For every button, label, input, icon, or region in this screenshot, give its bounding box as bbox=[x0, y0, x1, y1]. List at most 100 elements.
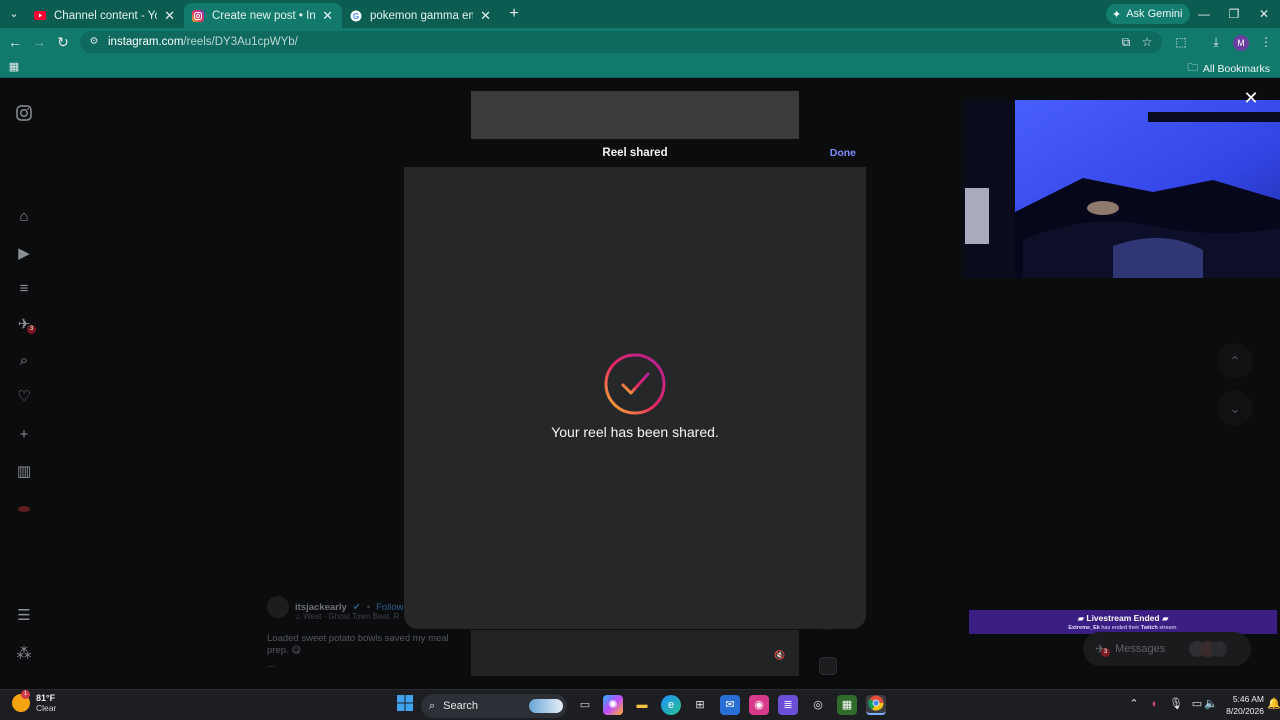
tab-google-search[interactable]: G pokemon gamma emerald - Go ✕ bbox=[342, 3, 500, 28]
also-from-meta-icon[interactable]: ⁂ bbox=[14, 644, 34, 664]
tray-app-icon[interactable]: ◐ bbox=[1147, 696, 1163, 712]
file-explorer-icon[interactable]: ▬ bbox=[632, 695, 652, 715]
reels-icon[interactable]: ▶ bbox=[14, 244, 34, 264]
reload-icon[interactable]: ↻ bbox=[55, 34, 71, 50]
post-caption: Loaded sweet potato bowls saved my meal … bbox=[267, 633, 449, 656]
weather-condition: Clear bbox=[36, 703, 57, 713]
close-tab-icon[interactable]: ✕ bbox=[163, 8, 176, 24]
chrome-icon[interactable] bbox=[866, 695, 886, 715]
audio-label: West · Ghost Town Beat, R bbox=[303, 612, 400, 621]
ask-gemini-button[interactable]: ✦ Ask Gemini bbox=[1106, 4, 1191, 24]
done-button[interactable]: Done bbox=[830, 139, 856, 167]
new-tab-button[interactable]: + bbox=[505, 5, 523, 23]
show-hidden-icons[interactable]: ⌃ bbox=[1126, 696, 1142, 712]
downloads-icon[interactable]: ⤓ bbox=[1208, 34, 1224, 50]
google-icon: G bbox=[350, 10, 362, 22]
notification-title: Livestream Ended bbox=[1086, 613, 1160, 623]
site-info-icon[interactable]: ⚙ bbox=[88, 36, 100, 48]
app-icon-purple[interactable]: ≣ bbox=[778, 695, 798, 715]
sun-icon: 1 bbox=[12, 690, 30, 712]
more-menu-icon[interactable]: ☰ bbox=[14, 606, 34, 626]
microphone-icon[interactable]: 🎙 bbox=[1168, 696, 1184, 712]
install-app-icon[interactable]: ⧉ bbox=[1118, 34, 1134, 50]
volume-icon[interactable]: 🔈 bbox=[1203, 696, 1219, 712]
messages-button[interactable]: ✈ 3 Messages bbox=[1083, 632, 1251, 666]
svg-text:G: G bbox=[353, 12, 359, 21]
bookmark-star-icon[interactable]: ☆ bbox=[1139, 34, 1155, 50]
tab-search-menu-icon[interactable]: ⌄ bbox=[6, 6, 22, 22]
caption-more[interactable]: ... bbox=[267, 659, 457, 670]
notifications-heart-icon[interactable]: ♡ bbox=[14, 387, 34, 407]
tab-youtube-studio[interactable]: Channel content - YouTube Stu ✕ bbox=[26, 3, 184, 28]
close-pip-icon[interactable]: ✕ bbox=[1242, 89, 1260, 107]
user-avatar[interactable] bbox=[267, 596, 289, 618]
follow-button[interactable]: Follow bbox=[376, 602, 403, 613]
app-icon-pink[interactable]: ◉ bbox=[749, 695, 769, 715]
tab-title: Create new post • Instagram bbox=[212, 9, 316, 22]
livestream-ended-notification[interactable]: ▰ Livestream Ended ▰ Extreme_Ek has ende… bbox=[969, 610, 1277, 634]
tab-instagram[interactable]: Create new post • Instagram ✕ bbox=[184, 3, 342, 28]
weather-alert-badge: 1 bbox=[21, 690, 30, 699]
reel-preview-top bbox=[471, 91, 799, 139]
browser-toolbar: ← → ↻ ⚙ instagram.com/reels/DY3Au1cpWYb/… bbox=[0, 28, 1280, 56]
windows-start-icon[interactable] bbox=[395, 695, 415, 715]
messages-label: Messages bbox=[1115, 643, 1166, 655]
profile-avatar[interactable]: M bbox=[1233, 35, 1249, 51]
taskbar-clock[interactable]: 5:46 AM 8/20/2026 bbox=[1218, 693, 1264, 717]
dashboard-icon[interactable]: ▥ bbox=[14, 462, 34, 482]
microsoft-store-icon[interactable]: ⊞ bbox=[690, 695, 710, 715]
edge-icon[interactable]: e bbox=[661, 695, 681, 715]
copilot-icon[interactable]: ✺ bbox=[603, 695, 623, 715]
search-icon: ⌕ bbox=[429, 699, 436, 712]
messenger-icon: ✈ 3 bbox=[1095, 642, 1110, 657]
extensions-icon[interactable]: ⬚ bbox=[1173, 34, 1189, 50]
all-bookmarks-label: All Bookmarks bbox=[1202, 63, 1270, 75]
create-plus-icon[interactable]: + bbox=[14, 425, 34, 445]
weather-temp: 81°F bbox=[36, 693, 56, 703]
app-icon-gauge[interactable]: ◎ bbox=[808, 695, 828, 715]
notification-platform: Twitch bbox=[1140, 625, 1158, 631]
close-tab-icon[interactable]: ✕ bbox=[321, 8, 334, 24]
profile-avatar-icon[interactable] bbox=[14, 499, 34, 519]
notification-bell-icon[interactable]: 🔔 bbox=[1266, 696, 1280, 712]
modal-title: Reel shared bbox=[602, 147, 668, 159]
messages-badge: 3 bbox=[27, 325, 36, 334]
instagram-logo-icon[interactable] bbox=[14, 105, 34, 125]
folder-icon: 🗀 bbox=[1187, 62, 1198, 74]
search-highlight-icon bbox=[529, 699, 563, 713]
messages-count-badge: 3 bbox=[1101, 648, 1110, 657]
instagram-icon bbox=[192, 9, 204, 22]
taskbar-search[interactable]: ⌕ Search bbox=[421, 694, 567, 718]
search-icon[interactable]: ⌕ bbox=[14, 351, 34, 371]
next-reel-button[interactable]: ⌄ bbox=[1217, 390, 1253, 426]
minimize-window-icon[interactable]: — bbox=[1190, 4, 1218, 24]
address-bar[interactable]: ⚙ instagram.com/reels/DY3Au1cpWYb/ bbox=[80, 31, 1162, 53]
notification-text-end: stream. bbox=[1159, 625, 1178, 631]
feed-menu-icon[interactable]: ≡ bbox=[14, 279, 34, 299]
home-icon[interactable]: ⌂ bbox=[14, 207, 34, 227]
picture-in-picture-video[interactable] bbox=[963, 100, 1280, 278]
gemini-sparkle-icon: ✦ bbox=[1112, 8, 1122, 21]
music-note-icon: ♫ bbox=[295, 612, 301, 621]
app-icon-game[interactable]: ▦ bbox=[837, 695, 857, 715]
task-view-icon[interactable]: ▭ bbox=[575, 695, 595, 715]
mute-icon[interactable]: 🔇 bbox=[774, 650, 785, 661]
close-window-icon[interactable]: ✕ bbox=[1250, 4, 1278, 24]
audio-thumbnail[interactable] bbox=[819, 657, 837, 675]
weather-widget[interactable]: 1 81°F Clear bbox=[12, 690, 57, 713]
browser-menu-icon[interactable]: ⋮ bbox=[1258, 34, 1274, 50]
url-path: /reels/DY3Au1cpWYb/ bbox=[183, 36, 298, 48]
verified-icon: ✔ bbox=[352, 601, 361, 613]
previous-reel-button[interactable]: ⌃ bbox=[1217, 343, 1253, 379]
back-icon[interactable]: ← bbox=[7, 34, 23, 50]
all-bookmarks-button[interactable]: 🗀 All Bookmarks bbox=[1187, 60, 1270, 78]
apps-grid-icon[interactable]: ▦ bbox=[7, 60, 21, 74]
bookmarks-bar: ▦ 🗀 All Bookmarks bbox=[0, 56, 1280, 78]
search-label: Search bbox=[443, 700, 479, 712]
mail-icon[interactable]: ✉ bbox=[720, 695, 740, 715]
post-username[interactable]: itsjackearly bbox=[295, 602, 347, 613]
forward-icon[interactable]: → bbox=[31, 34, 47, 50]
url-host: instagram.com bbox=[108, 36, 184, 48]
close-tab-icon[interactable]: ✕ bbox=[479, 8, 492, 24]
restore-window-icon[interactable]: ❐ bbox=[1220, 4, 1248, 24]
